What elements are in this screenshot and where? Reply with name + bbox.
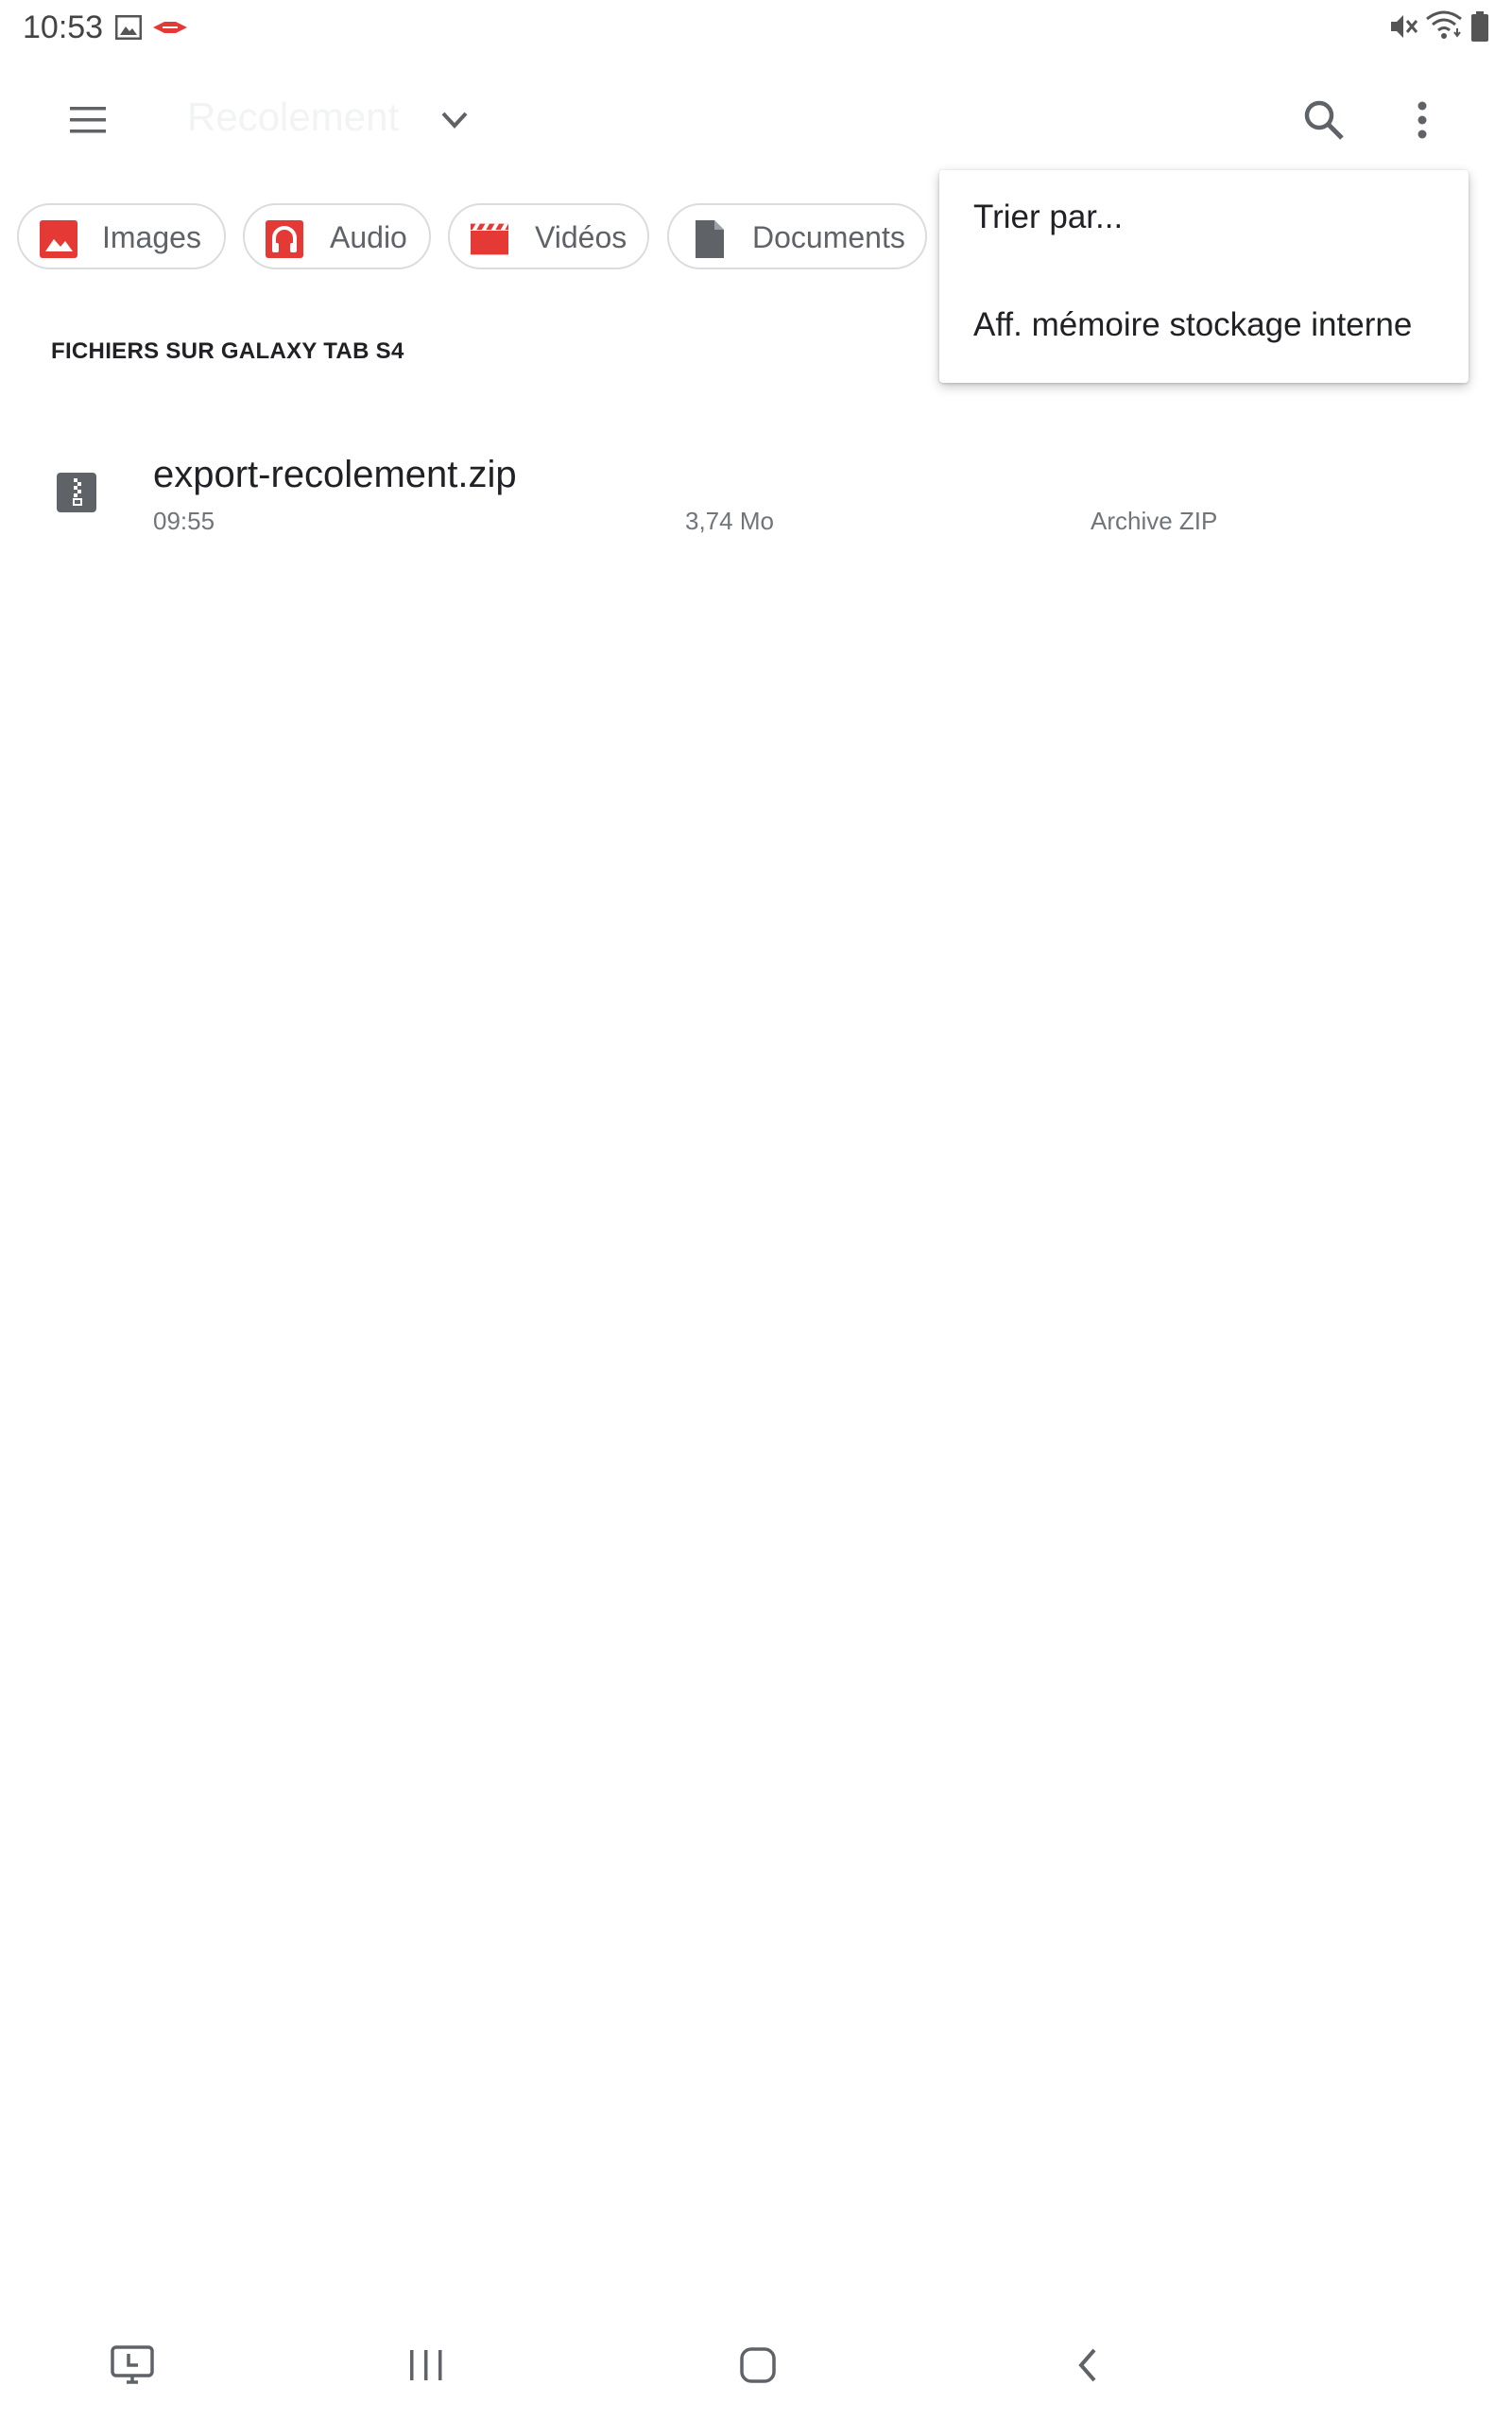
image-icon [40,220,77,258]
headphones-icon [266,220,303,258]
back-icon[interactable] [1074,2346,1102,2384]
app-notification-icon [153,22,187,33]
category-chips: Images Audio Vidéos Documents [0,203,945,274]
wifi-icon [1426,10,1462,39]
status-time: 10:53 [23,9,104,45]
more-options-icon[interactable] [1408,96,1436,144]
menu-item-show-internal-storage[interactable]: Aff. mémoire stockage interne [939,276,1469,380]
zip-file-icon [57,473,96,512]
section-header: FICHIERS SUR GALAXY TAB S4 [51,338,404,364]
chevron-down-icon[interactable] [437,102,472,138]
chip-videos[interactable]: Vidéos [448,203,649,269]
menu-item-sort-by[interactable]: Trier par... [939,170,1469,274]
files-app-screen: 10:53 Recolement Images Audio Vidéos Doc… [0,0,1512,2420]
system-navigation-bar [0,2307,1512,2420]
status-bar: 10:53 [0,0,1512,57]
file-name: export-recolement.zip [153,454,517,495]
chip-label: Images [102,220,201,254]
file-type: Archive ZIP [1091,507,1218,535]
chip-label: Documents [752,220,905,254]
file-size: 3,74 Mo [685,507,774,535]
chip-label: Vidéos [535,220,627,254]
chip-audio[interactable]: Audio [243,203,431,269]
file-row[interactable]: export-recolement.zip 09:55 3,74 Mo Arch… [0,435,1512,548]
screen-rotate-icon[interactable] [110,2344,155,2386]
home-icon[interactable] [739,2346,777,2384]
hamburger-menu-icon[interactable] [66,98,110,142]
overflow-menu: Trier par... Aff. mémoire stockage inter… [939,170,1469,383]
chip-images[interactable]: Images [17,203,226,269]
folder-title[interactable]: Recolement [187,95,399,140]
chip-documents[interactable]: Documents [667,203,927,269]
top-app-bar: Recolement [0,66,1512,175]
gallery-notification-icon [115,15,142,40]
chip-label: Audio [330,220,407,254]
file-time: 09:55 [153,507,215,535]
clapperboard-icon [471,223,508,255]
document-icon [696,220,724,258]
recent-apps-icon[interactable] [406,2346,446,2384]
search-icon[interactable] [1300,96,1348,144]
vibrate-mute-icon [1391,15,1418,38]
battery-icon [1471,11,1488,42]
